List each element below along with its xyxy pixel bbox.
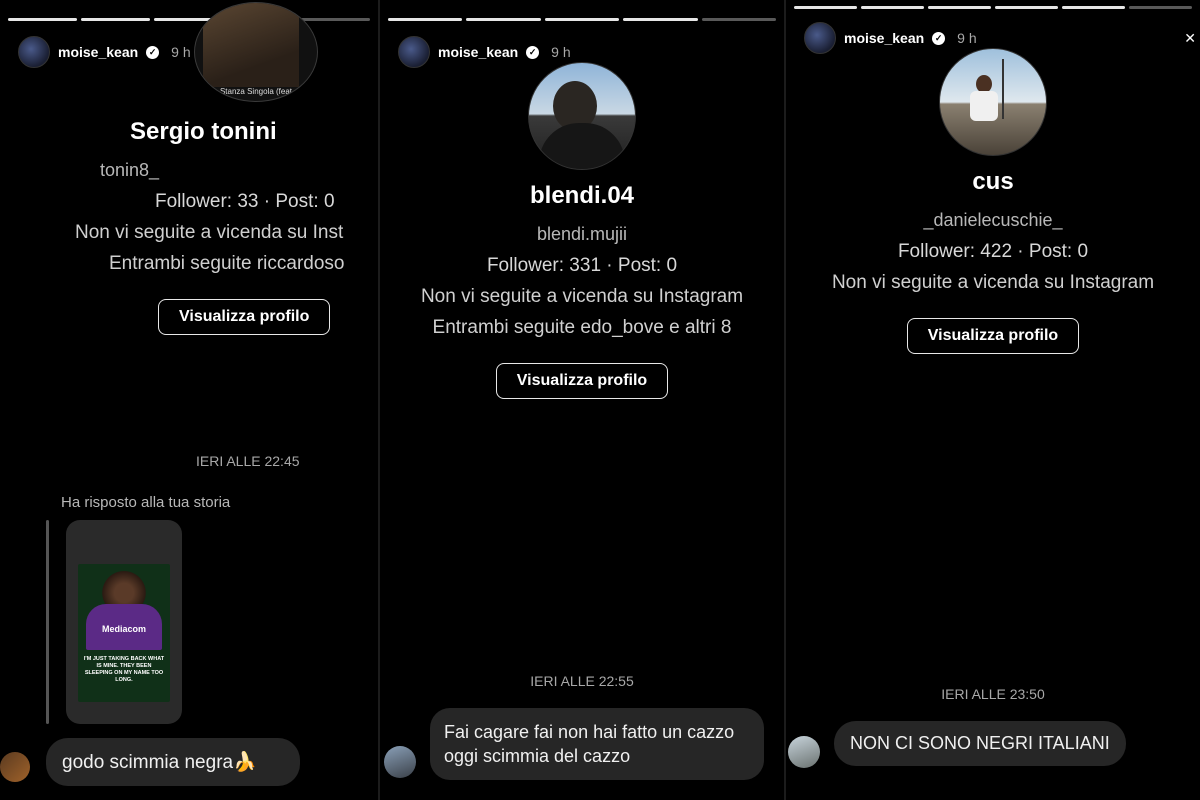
- message-timestamp: IERI ALLE 22:55: [530, 673, 634, 689]
- username[interactable]: moise_kean: [58, 44, 138, 60]
- verified-badge-icon: ✓: [146, 45, 160, 59]
- profile-name: Sergio tonini: [130, 118, 277, 145]
- reply-label: Ha risposto alla tua storia: [61, 494, 231, 511]
- mutual-followers: Entrambi seguite riccardoso: [109, 253, 345, 274]
- username[interactable]: moise_kean: [438, 44, 518, 60]
- sponsor-label: Mediacom: [101, 624, 146, 634]
- mutual-followers: Entrambi seguite edo_bove e altri 8: [432, 317, 732, 338]
- profile-handle: blendi.mujii: [536, 224, 628, 244]
- story-header: moise_kean ✓ 9 h: [18, 36, 191, 68]
- message-line-2: oggi scimmia del cazzo: [444, 746, 631, 766]
- sender-avatar[interactable]: [384, 746, 416, 778]
- profile-stats: Follower: 422 · Post: 0: [897, 241, 1089, 262]
- message-timestamp: IERI ALLE 23:50: [941, 686, 1045, 702]
- profile-card: cus _danielecuschie_ Follower: 422 · Pos…: [786, 48, 1200, 354]
- message-bubble: godo scimmia negra🍌: [46, 738, 300, 786]
- post-time: 9 h: [171, 44, 191, 60]
- mutual-status: Non vi seguite a vicenda su Instagram: [831, 272, 1155, 293]
- profile-handle: tonin8_: [100, 160, 160, 180]
- story-progress-bar: [8, 18, 371, 21]
- story-panel-2: moise_kean ✓ 9 h blendi.04 blendi.mujii …: [380, 0, 784, 800]
- profile-handle: _danielecuschie_: [923, 210, 1063, 230]
- verified-badge-icon: ✓: [526, 45, 540, 59]
- profile-picture[interactable]: [939, 48, 1047, 156]
- mutual-status: Non vi seguite a vicenda su Inst: [75, 222, 344, 243]
- avatar[interactable]: [18, 36, 50, 68]
- view-profile-button[interactable]: Visualizza profilo: [158, 299, 331, 335]
- message-bubble: Fai cagare fai non hai fatto un cazzo og…: [430, 708, 764, 780]
- verified-badge-icon: ✓: [932, 31, 946, 45]
- music-cover[interactable]: Stanza Singola (feat: [194, 2, 318, 102]
- music-label: Stanza Singola (feat: [219, 87, 293, 96]
- message-timestamp: IERI ALLE 22:45: [196, 453, 300, 469]
- profile-picture[interactable]: [528, 62, 636, 170]
- message-bubble: NON CI SONO NEGRI ITALIANI: [834, 721, 1126, 766]
- post-time: 9 h: [551, 44, 571, 60]
- profile-stats: Follower: 331 · Post: 0: [486, 255, 678, 276]
- profile-name: cus: [972, 168, 1014, 195]
- story-panel-3: moise_kean ✓ 9 h ✕ cus _danielecuschie_ …: [786, 0, 1200, 800]
- message-line-1: Fai cagare fai non hai fatto un cazzo: [444, 722, 735, 742]
- story-thumbnail[interactable]: Mediacom I'M JUST TAKING BACK WHAT IS MI…: [66, 520, 182, 724]
- mutual-status: Non vi seguite a vicenda su Instagram: [420, 286, 744, 307]
- reply-line: [46, 520, 49, 724]
- view-profile-button[interactable]: Visualizza profilo: [906, 318, 1080, 354]
- view-profile-button[interactable]: Visualizza profilo: [495, 363, 669, 399]
- story-quote: I'M JUST TAKING BACK WHAT IS MINE. THEY …: [83, 656, 165, 683]
- profile-name: blendi.04: [529, 182, 635, 209]
- sender-avatar[interactable]: [0, 752, 30, 782]
- story-progress-bar: [794, 6, 1192, 9]
- sender-avatar[interactable]: [788, 736, 820, 768]
- profile-card: Sergio tonini tonin8_ Follower: 33 · Pos…: [0, 118, 378, 335]
- username[interactable]: moise_kean: [844, 30, 924, 46]
- post-time: 9 h: [957, 30, 977, 46]
- story-panel-1: moise_kean ✓ 9 h Stanza Singola (feat Se…: [0, 0, 378, 800]
- profile-card: blendi.04 blendi.mujii Follower: 331 · P…: [380, 62, 784, 399]
- story-progress-bar: [388, 18, 777, 21]
- profile-stats: Follower: 33 · Post: 0: [155, 191, 335, 212]
- close-icon[interactable]: ✕: [1184, 30, 1196, 47]
